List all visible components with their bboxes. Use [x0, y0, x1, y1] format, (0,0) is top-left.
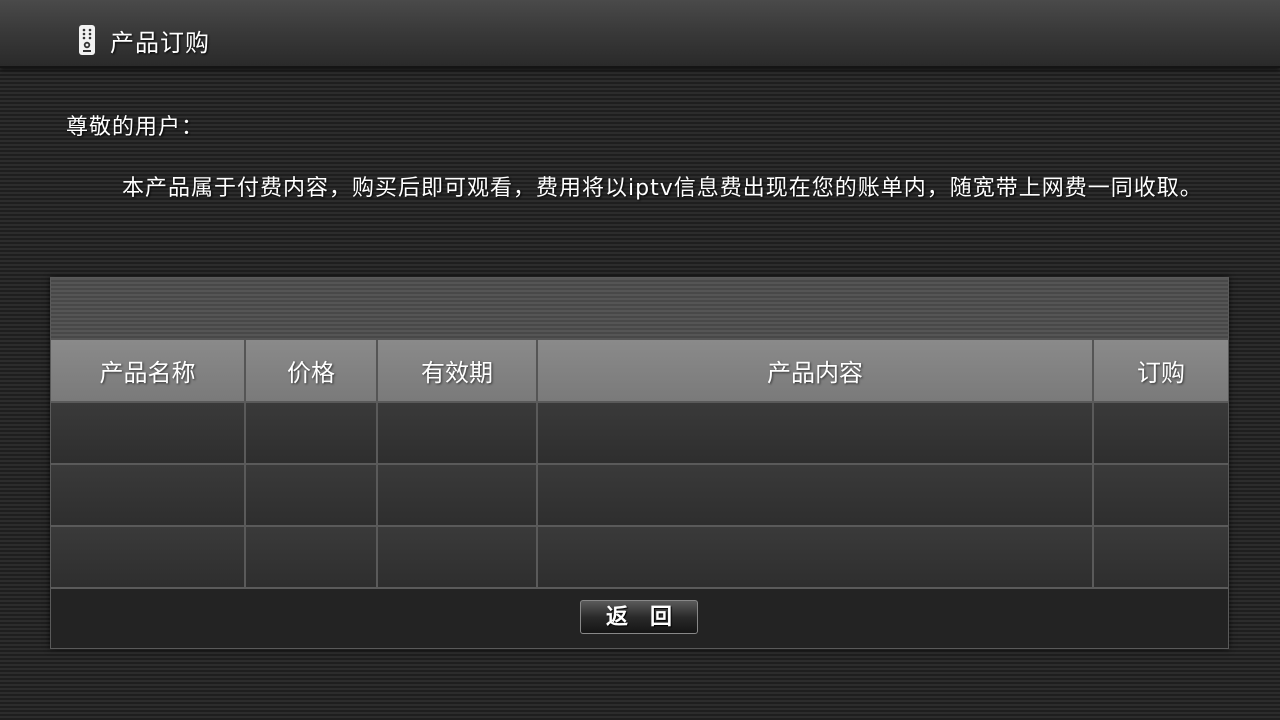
back-button[interactable]: 返回: [580, 600, 698, 634]
cell-product-name: [51, 463, 246, 527]
remote-control-icon: [79, 25, 95, 55]
greeting-text: 尊敬的用户：: [66, 115, 205, 140]
cell-product-name: [51, 525, 246, 589]
table-row[interactable]: [51, 525, 1228, 589]
page-title: 产品订购: [110, 29, 210, 57]
cell-order[interactable]: [1092, 463, 1228, 527]
cell-order[interactable]: [1092, 401, 1228, 465]
panel-top-bar: [51, 278, 1228, 340]
header-bar: 产品订购: [0, 0, 1280, 68]
column-header-product-name: 产品名称: [51, 340, 246, 403]
cell-price: [244, 525, 378, 589]
notice-text: 本产品属于付费内容，购买后即可观看，费用将以iptv信息费出现在您的账单内，随宽…: [122, 176, 1203, 201]
cell-price: [244, 463, 378, 527]
table-row[interactable]: [51, 401, 1228, 465]
cell-validity: [376, 463, 538, 527]
table-header-row: 产品名称 价格 有效期 产品内容 订购: [51, 340, 1228, 403]
cell-price: [244, 401, 378, 465]
column-header-validity: 有效期: [376, 340, 538, 403]
cell-validity: [376, 401, 538, 465]
table-row[interactable]: [51, 463, 1228, 527]
product-panel: 产品名称 价格 有效期 产品内容 订购 返回: [50, 277, 1229, 649]
column-header-content: 产品内容: [536, 340, 1094, 403]
cell-product-name: [51, 401, 246, 465]
column-header-order: 订购: [1092, 340, 1228, 403]
cell-validity: [376, 525, 538, 589]
column-header-price: 价格: [244, 340, 378, 403]
cell-content: [536, 463, 1094, 527]
product-table: 产品名称 价格 有效期 产品内容 订购: [51, 340, 1228, 589]
cell-content: [536, 401, 1094, 465]
cell-content: [536, 525, 1094, 589]
cell-order[interactable]: [1092, 525, 1228, 589]
